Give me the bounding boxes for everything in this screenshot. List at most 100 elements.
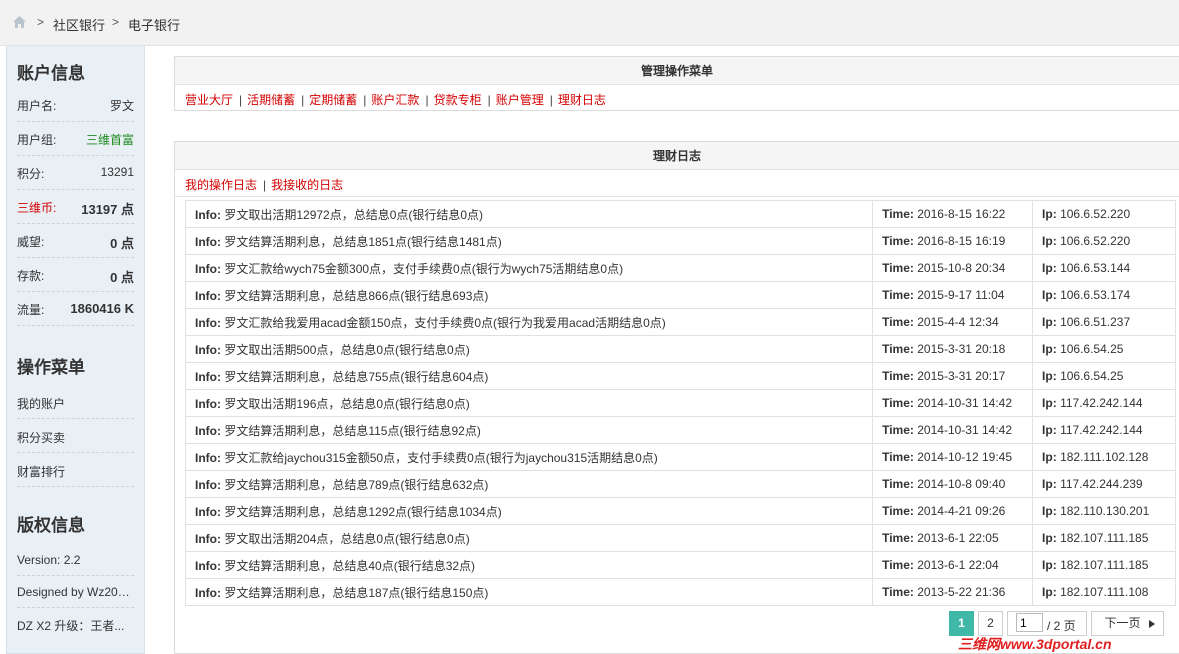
- log-ip-cell: Ip: 182.110.130.201: [1032, 497, 1176, 525]
- breadcrumb-separator: >: [112, 15, 120, 29]
- log-field-value: 2013-5-22 21:36: [917, 585, 1006, 599]
- log-field-label: Info:: [195, 558, 221, 573]
- log-time-cell: Time: 2015-3-31 20:17: [872, 362, 1034, 390]
- operation-menu-title: 操作菜单: [17, 358, 85, 377]
- page-1-button[interactable]: 1: [949, 611, 974, 636]
- link-remittance[interactable]: 账户汇款: [371, 93, 419, 107]
- log-field-value: 117.42.242.144: [1060, 396, 1143, 410]
- tab-my-operation-log[interactable]: 我的操作日志: [185, 178, 257, 192]
- log-field-label: Ip:: [1042, 261, 1057, 275]
- log-field-label: Ip:: [1042, 558, 1057, 572]
- menu-item-wealth-rank[interactable]: 财富排行: [17, 453, 134, 487]
- log-field-label: Time:: [882, 261, 914, 275]
- log-time-cell: Time: 2015-9-17 11:04: [872, 281, 1034, 309]
- log-field-value: 117.42.242.144: [1060, 423, 1143, 437]
- link-current-savings[interactable]: 活期储蓄: [247, 93, 295, 107]
- log-field-label: Time:: [882, 558, 914, 572]
- table-row: Info: 罗文结算活期利息，总结息40点(银行结息32点) Time: 2013…: [184, 551, 1176, 579]
- log-ip-cell: Ip: 106.6.52.220: [1032, 227, 1176, 255]
- link-account-manage[interactable]: 账户管理: [496, 93, 544, 107]
- log-field-label: Ip:: [1042, 450, 1057, 464]
- username-value: 罗文: [109, 99, 134, 113]
- menu-item-label[interactable]: 财富排行: [17, 463, 65, 480]
- log-field-value: 罗文取出活期12972点，总结息0点(银行结息0点): [224, 207, 484, 222]
- log-field-label: Time:: [882, 207, 914, 221]
- usergroup-value: 三维首富: [85, 133, 134, 147]
- copyright-upgrade: DZ X2 升级：王者...: [17, 608, 134, 640]
- log-info-cell: Info: 罗文结算活期利息，总结息40点(银行结息32点): [184, 551, 874, 579]
- breadcrumb-community-bank[interactable]: 社区银行: [53, 15, 105, 34]
- traffic-label: 流量:: [17, 303, 45, 317]
- page-number-input[interactable]: [1016, 613, 1043, 632]
- log-field-label: Time:: [882, 369, 914, 383]
- menu-item-my-account[interactable]: 我的账户: [17, 385, 134, 419]
- table-row: Info: 罗文结算活期利息，总结息789点(银行结息632点) Time: 20…: [184, 470, 1176, 498]
- account-coins-row: 三维币: 13197 点: [17, 190, 134, 224]
- account-traffic-row: 流量: 1860416 K: [17, 292, 134, 326]
- link-fixed-savings[interactable]: 定期储蓄: [309, 93, 357, 107]
- tab-received-log[interactable]: 我接收的日志: [271, 178, 343, 192]
- menu-item-label[interactable]: 积分买卖: [17, 429, 65, 446]
- log-field-value: 106.6.51.237: [1060, 315, 1131, 329]
- log-field-value: 罗文结算活期利息，总结息866点(银行结息693点): [224, 288, 489, 303]
- log-time-cell: Time: 2015-3-31 20:18: [872, 335, 1034, 363]
- log-info-cell: Info: 罗文结算活期利息，总结息115点(银行结息92点): [184, 416, 874, 444]
- link-finance-log[interactable]: 理财日志: [558, 93, 606, 107]
- log-time-cell: Time: 2014-10-12 19:45: [872, 443, 1034, 471]
- log-field-value: 2014-4-21 09:26: [917, 504, 1006, 518]
- log-field-value: 2013-6-1 22:05: [917, 531, 999, 545]
- log-field-label: Time:: [882, 234, 914, 248]
- log-field-label: Time:: [882, 585, 914, 599]
- log-field-label: Info:: [195, 531, 221, 546]
- log-field-value: 罗文汇款给wych75金额300点，支付手续费0点(银行为wych75活期结息0…: [224, 261, 624, 276]
- manage-menu-panel: 管理操作菜单 营业大厅 | 活期储蓄 | 定期储蓄 | 账户汇款 | 贷款专柜 | 账户管理 | 理财日…: [174, 56, 1179, 111]
- log-field-value: 罗文结算活期利息，总结息755点(银行结息604点): [224, 369, 489, 384]
- manage-menu-title: 管理操作菜单: [175, 57, 1179, 85]
- log-field-label: Info:: [195, 369, 221, 384]
- log-field-value: 106.6.53.144: [1060, 261, 1131, 275]
- menu-item-points-trade[interactable]: 积分买卖: [17, 419, 134, 453]
- log-info-cell: Info: 罗文取出活期204点，总结息0点(银行结息0点): [184, 524, 874, 552]
- points-value: 13291: [100, 165, 134, 179]
- next-page-button[interactable]: 下一页: [1091, 611, 1164, 636]
- log-field-label: Ip:: [1042, 369, 1057, 383]
- log-field-label: Ip:: [1042, 288, 1057, 302]
- copyright-designer: Designed by Wz200...: [17, 576, 134, 608]
- account-prestige-row: 威望: 0 点: [17, 224, 134, 258]
- sidebar: 账户信息 用户名: 罗文 用户组: 三维首富 积分: 13291 三维币: 13…: [6, 46, 145, 654]
- page-2-button[interactable]: 2: [978, 611, 1003, 636]
- log-field-value: 2015-9-17 11:04: [917, 288, 1005, 302]
- breadcrumb-ebank[interactable]: 电子银行: [128, 15, 180, 34]
- menu-item-label[interactable]: 我的账户: [17, 395, 65, 412]
- copyright-text: DZ X2 升级：王者...: [17, 619, 125, 633]
- log-field-label: Info:: [195, 504, 221, 519]
- log-tabs: 我的操作日志 | 我接收的日志: [175, 170, 1179, 197]
- log-field-value: 罗文汇款给我爱用acad金额150点，支付手续费0点(银行为我爱用acad活期结…: [224, 315, 666, 330]
- log-info-cell: Info: 罗文取出活期500点，总结息0点(银行结息0点): [184, 335, 874, 363]
- log-ip-cell: Ip: 117.42.244.239: [1032, 470, 1176, 498]
- log-field-value: 2015-3-31 20:18: [917, 342, 1006, 356]
- log-field-label: Time:: [882, 396, 914, 410]
- log-field-label: Time:: [882, 423, 914, 437]
- traffic-value: 1860416 K: [70, 301, 134, 316]
- prestige-label: 威望:: [17, 235, 45, 249]
- log-time-cell: Time: 2016-8-15 16:22: [872, 200, 1034, 228]
- usergroup-label: 用户组:: [17, 133, 57, 147]
- log-field-value: 117.42.244.239: [1060, 477, 1143, 491]
- home-icon[interactable]: [12, 15, 27, 29]
- log-time-cell: Time: 2015-10-8 20:34: [872, 254, 1034, 282]
- log-field-label: Time:: [882, 504, 914, 518]
- log-info-cell: Info: 罗文结算活期利息，总结息789点(银行结息632点): [184, 470, 874, 498]
- log-field-label: Info:: [195, 315, 221, 330]
- next-page-label: 下一页: [1104, 616, 1141, 630]
- log-ip-cell: Ip: 117.42.242.144: [1032, 416, 1176, 444]
- log-field-label: Info:: [195, 450, 221, 465]
- link-business-hall[interactable]: 营业大厅: [185, 93, 233, 107]
- link-loan-counter[interactable]: 贷款专柜: [434, 93, 482, 107]
- log-field-value: 罗文取出活期500点，总结息0点(银行结息0点): [224, 342, 470, 357]
- log-time-cell: Time: 2014-4-21 09:26: [872, 497, 1034, 525]
- table-row: Info: 罗文结算活期利息，总结息1292点(银行结息1034点) Time: …: [184, 497, 1176, 525]
- coins-label: 三维币:: [17, 201, 57, 215]
- table-row: Info: 罗文取出活期500点，总结息0点(银行结息0点) Time: 2015…: [184, 335, 1176, 363]
- log-ip-cell: Ip: 117.42.242.144: [1032, 389, 1176, 417]
